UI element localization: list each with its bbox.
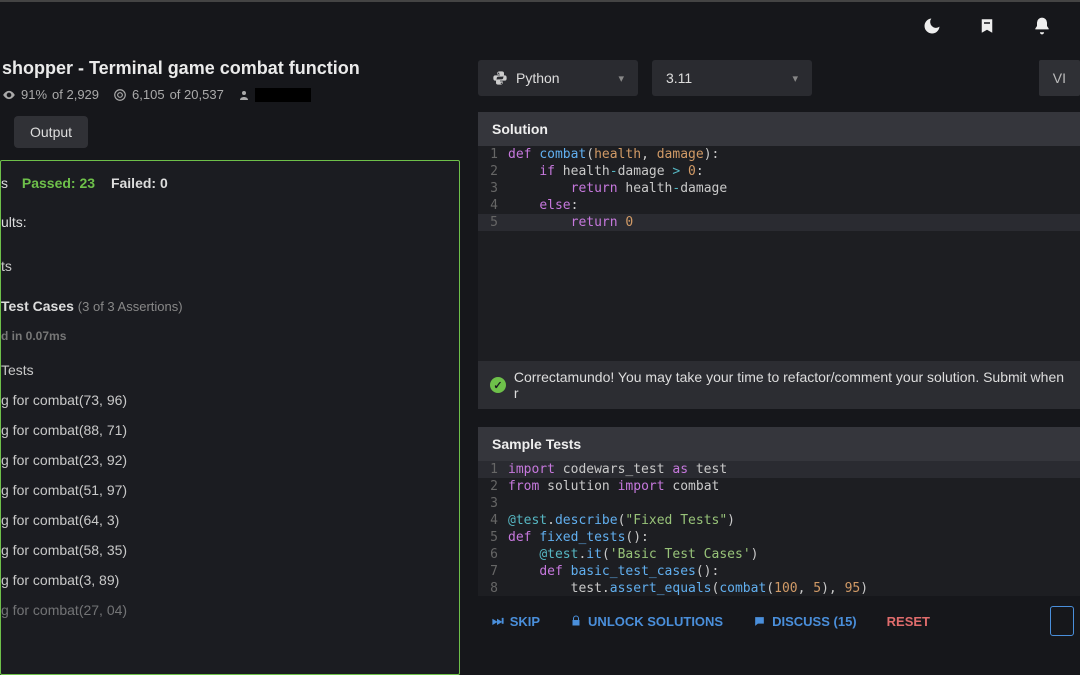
notifications-icon[interactable] xyxy=(1032,16,1052,36)
random-test-item[interactable]: g for combat(58, 35) xyxy=(1,535,449,565)
output-tab[interactable]: Output xyxy=(14,116,88,148)
target-icon xyxy=(113,88,127,102)
results-heading: ults: xyxy=(1,207,449,237)
results-status: s Passed: 23 Failed: 0 xyxy=(1,171,449,207)
success-banner: ✓ Correctamundo! You may take your time … xyxy=(478,361,1080,409)
vim-toggle[interactable]: VI xyxy=(1039,60,1080,96)
left-panel: shopper - Terminal game combat function … xyxy=(0,50,460,675)
sample-tests-header: Sample Tests xyxy=(478,427,1080,461)
passed-count: Passed: 23 xyxy=(22,175,95,191)
unlock-solutions-button[interactable]: UNLOCK SOLUTIONS xyxy=(562,608,731,635)
theme-toggle-icon[interactable] xyxy=(922,16,942,36)
basic-test-cases[interactable]: Test Cases (3 of 3 Assertions) xyxy=(1,291,449,321)
right-edge-button[interactable] xyxy=(1050,606,1074,636)
kata-title: shopper - Terminal game combat function xyxy=(0,50,460,85)
random-test-item[interactable]: g for combat(51, 97) xyxy=(1,475,449,505)
random-test-item[interactable]: g for combat(23, 92) xyxy=(1,445,449,475)
fixed-tests-group[interactable]: ts xyxy=(1,251,449,281)
user-icon xyxy=(238,89,250,101)
kata-stats: 91% of 2,929 6,105 of 20,537 xyxy=(0,85,460,116)
chat-icon xyxy=(753,615,766,628)
failed-count: Failed: 0 xyxy=(111,175,168,191)
lock-icon xyxy=(570,615,582,627)
solution-editor[interactable]: 1def combat(health, damage): 2 if health… xyxy=(478,146,1080,361)
main-area: shopper - Terminal game combat function … xyxy=(0,50,1080,675)
satisfaction-stat: 91% of 2,929 xyxy=(2,87,99,102)
random-test-item[interactable]: g for combat(88, 71) xyxy=(1,415,449,445)
sample-tests-editor[interactable]: 1import codewars_test as test 2from solu… xyxy=(478,461,1080,596)
language-row: Python ▾ 3.11 ▾ VI xyxy=(478,50,1080,112)
solution-header: Solution xyxy=(478,112,1080,146)
reset-button[interactable]: RESET xyxy=(879,608,938,635)
right-panel: Python ▾ 3.11 ▾ VI Solution 1def combat(… xyxy=(460,50,1080,675)
chevron-down-icon: ▾ xyxy=(618,72,624,85)
random-test-item[interactable]: g for combat(3, 89) xyxy=(1,565,449,595)
bookmark-icon[interactable] xyxy=(978,16,996,36)
check-icon: ✓ xyxy=(490,377,506,393)
chevron-down-icon: ▾ xyxy=(792,72,798,85)
skip-icon: ⏭ xyxy=(492,613,504,629)
action-bar: ⏭ SKIP UNLOCK SOLUTIONS DISCUSS (15) RES… xyxy=(478,596,1080,646)
results-panel: s Passed: 23 Failed: 0 ults: ts Test Cas… xyxy=(0,160,460,675)
completed-stat: 6,105 of 20,537 xyxy=(113,87,224,102)
author-name-redacted xyxy=(255,88,311,102)
random-test-item[interactable]: g for combat(73, 96) xyxy=(1,385,449,415)
success-message: Correctamundo! You may take your time to… xyxy=(514,369,1068,401)
random-tests-group[interactable]: Tests xyxy=(1,355,449,385)
discuss-button[interactable]: DISCUSS (15) xyxy=(745,608,865,635)
random-test-item[interactable]: g for combat(64, 3) xyxy=(1,505,449,535)
random-test-item[interactable]: g for combat(27, 04) xyxy=(1,595,449,625)
python-icon xyxy=(492,70,508,86)
eye-icon xyxy=(2,88,16,102)
test-time: d in 0.07ms xyxy=(1,321,449,355)
skip-button[interactable]: ⏭ SKIP xyxy=(484,607,548,635)
results-scroll[interactable]: s Passed: 23 Failed: 0 ults: ts Test Cas… xyxy=(1,161,459,674)
author-stat xyxy=(238,88,311,102)
version-dropdown[interactable]: 3.11 ▾ xyxy=(652,60,812,96)
language-dropdown[interactable]: Python ▾ xyxy=(478,60,638,96)
top-bar xyxy=(0,0,1080,50)
